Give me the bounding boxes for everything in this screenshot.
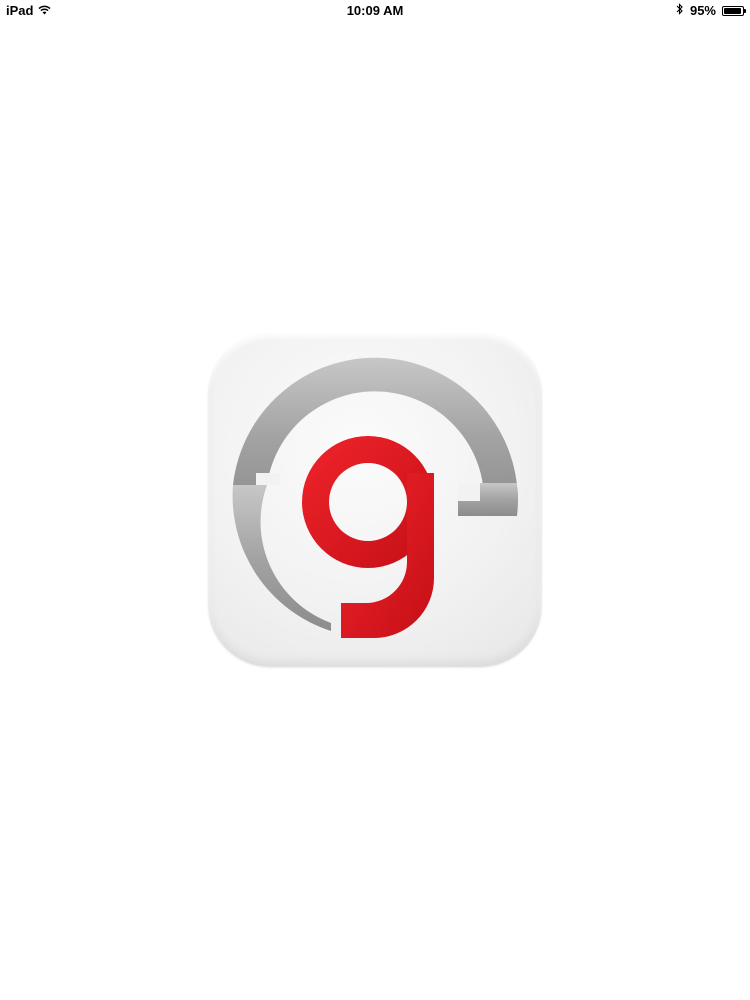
app-logo-icon xyxy=(232,357,518,638)
bluetooth-icon xyxy=(676,3,684,18)
battery-fill xyxy=(724,7,742,14)
app-logo xyxy=(208,333,542,667)
battery-icon xyxy=(722,5,746,16)
battery-percent: 95% xyxy=(689,3,716,18)
status-time: 10:09 AM xyxy=(346,3,404,18)
status-bar-right: 95% xyxy=(676,3,746,18)
splash-screen: iPad 10:09 AM 95% xyxy=(0,0,750,1000)
status-bar: iPad 10:09 AM 95% xyxy=(0,0,750,22)
